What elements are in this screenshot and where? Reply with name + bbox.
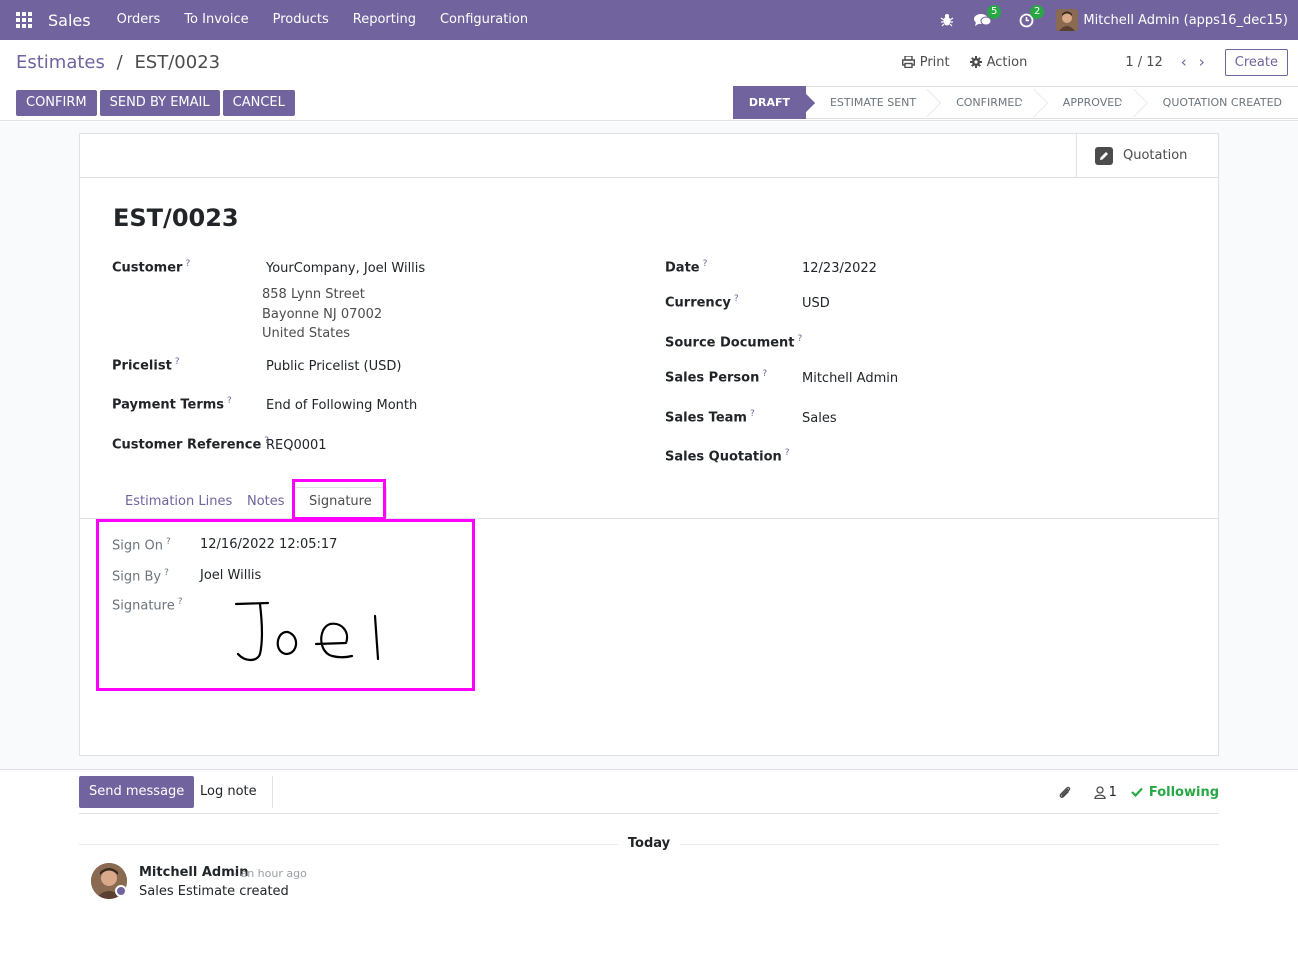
breadcrumb: Estimates / EST/0023 [16,52,220,73]
control-panel: Estimates / EST/0023 Print Action 1 / 12… [0,40,1298,121]
following-label: Following [1148,784,1219,800]
sales-person-field[interactable]: Mitchell Admin [802,371,898,386]
status-quotation-created[interactable]: QUOTATION CREATED [1138,86,1298,119]
date-separator: Today [79,836,1219,852]
source-document-label: Source Document? [665,334,803,351]
control-panel-actions: Print Action 1 / 12 ‹ › Create [901,46,1298,78]
action-label: Action [986,54,1028,70]
log-note-button[interactable]: Log note [185,776,273,808]
send-by-email-button[interactable]: SEND BY EMAIL [99,90,220,116]
check-icon [1131,787,1143,797]
quotation-smart-label: Quotation [1123,148,1188,163]
address-street: 858 Lynn Street [262,287,365,302]
following-button[interactable]: Following [1131,785,1219,800]
date-label: Date? [665,259,708,276]
breadcrumb-separator: / [116,52,123,73]
menu-configuration[interactable]: Configuration [428,0,540,40]
separator-label: Today [617,836,681,851]
followers-count: 1 [1108,784,1117,800]
action-button[interactable]: Action [969,54,1028,70]
online-status-indicator [115,885,127,897]
pricelist-field[interactable]: Public Pricelist (USD) [266,359,401,374]
sales-team-label: Sales Team? [665,409,755,426]
message-body: Sales Estimate created [139,884,289,899]
apps-menu-icon[interactable] [0,0,48,40]
systray: 5 2 Mitchell Admin (apps16_dec15) [930,0,1298,40]
currency-label: Currency? [665,294,739,311]
activities-clock-icon[interactable]: 2 [1019,4,1045,28]
message-date: - an hour ago [233,867,307,880]
customer-label: Customer? [112,259,191,276]
quotation-smart-button[interactable]: Quotation [1076,134,1218,177]
sales-quotation-label: Sales Quotation? [665,448,790,465]
status-approved[interactable]: APPROVED [1038,86,1139,119]
signature-panel-highlight [96,519,475,691]
signature-tab-highlight [292,479,386,520]
tab-estimation-lines[interactable]: Estimation Lines [125,494,232,509]
pencil-square-icon [1095,146,1113,165]
main-menu: Orders To Invoice Products Reporting Con… [105,0,541,40]
button-box: Quotation [80,134,1218,178]
pager-value[interactable]: 1 / 12 [1125,55,1162,70]
payment-terms-field[interactable]: End of Following Month [266,398,417,413]
send-message-button[interactable]: Send message [79,776,195,808]
print-button[interactable]: Print [901,54,950,70]
status-draft[interactable]: DRAFT [732,86,806,119]
pager-next-icon[interactable]: › [1193,53,1211,71]
address-city: Bayonne NJ 07002 [262,307,383,322]
header-buttons: CONFIRM SEND BY EMAIL CANCEL [16,90,298,116]
activities-badge: 2 [1030,4,1045,19]
print-label: Print [919,54,950,70]
pricelist-label: Pricelist? [112,357,180,374]
messages-badge: 5 [987,5,1002,19]
address-country: United States [262,326,351,341]
breadcrumb-estimates[interactable]: Estimates [16,52,105,73]
tab-notes[interactable]: Notes [247,494,285,509]
customer-reference-field[interactable]: REQ0001 [266,438,327,453]
debug-bug-icon[interactable] [940,13,954,27]
menu-orders[interactable]: Orders [105,0,173,40]
payment-terms-label: Payment Terms? [112,396,232,413]
paperclip-icon[interactable] [1058,785,1072,800]
create-button[interactable]: Create [1224,48,1288,76]
user-avatar[interactable] [1056,9,1079,31]
status-confirmed[interactable]: CONFIRMED [932,86,1039,119]
currency-field[interactable]: USD [802,296,830,311]
sales-person-label: Sales Person? [665,369,768,386]
cancel-button[interactable]: CANCEL [222,90,295,116]
sales-team-field[interactable]: Sales [802,411,837,426]
customer-reference-label: Customer Reference? [112,436,270,453]
menu-reporting[interactable]: Reporting [341,0,428,40]
status-estimate-sent[interactable]: ESTIMATE SENT [805,86,933,119]
followers-user-icon[interactable]: 1 [1093,784,1117,800]
breadcrumb-current: EST/0023 [134,52,221,73]
record-title: EST/0023 [113,204,239,232]
chatter-actions: 1 Following [1058,776,1219,808]
messages-icon[interactable]: 5 [974,5,1002,27]
top-navbar: Sales Orders To Invoice Products Reporti… [0,0,1298,40]
chatter-topbar: Send message Log note 1 Following [79,770,1219,814]
pager-previous-icon[interactable]: ‹ [1175,53,1193,71]
date-field[interactable]: 12/23/2022 [802,261,877,276]
user-menu[interactable]: Mitchell Admin (apps16_dec15) [1083,13,1288,28]
menu-to-invoice[interactable]: To Invoice [172,0,260,40]
gear-icon [969,56,982,68]
status-bar: DRAFT ESTIMATE SENT CONFIRMED APPROVED Q… [732,86,1298,119]
app-brand[interactable]: Sales [48,11,91,30]
print-icon [901,56,915,68]
menu-products[interactable]: Products [261,0,341,40]
customer-field[interactable]: YourCompany, Joel Willis [266,261,425,276]
confirm-button[interactable]: CONFIRM [16,90,97,116]
